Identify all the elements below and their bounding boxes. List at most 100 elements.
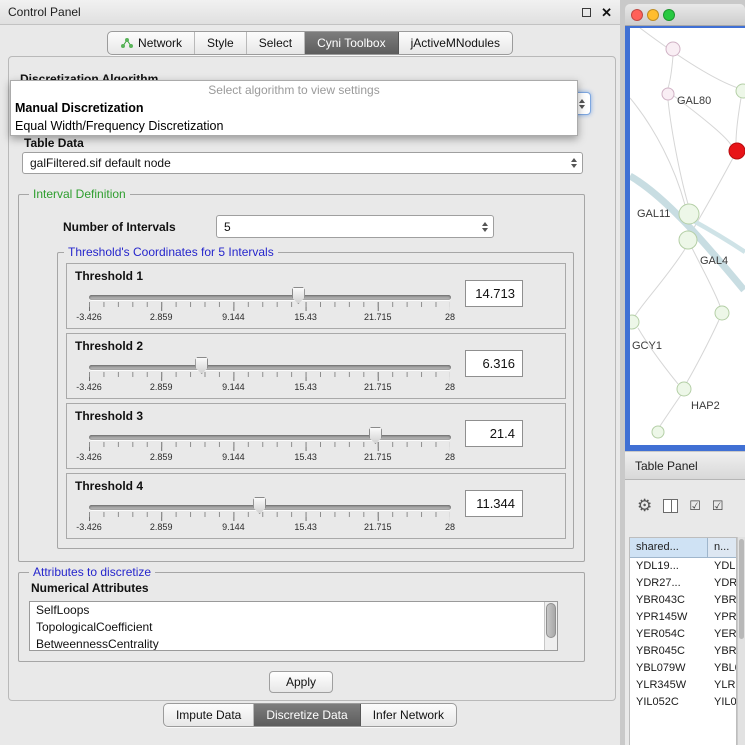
- tab-network[interactable]: Network: [108, 32, 195, 54]
- dropdown-option-manual-discretization[interactable]: Manual Discretization: [11, 99, 577, 117]
- scrollbar-thumb[interactable]: [739, 539, 744, 639]
- threshold-3-slider[interactable]: -3.426 2.859 9.144 15.43 21.715 28: [89, 427, 451, 467]
- dropdown-placeholder-item[interactable]: Select algorithm to view settings: [11, 81, 577, 99]
- cell[interactable]: YBL079W: [630, 660, 708, 677]
- bottom-tab-bar: Impute Data Discretize Data Infer Networ…: [0, 703, 620, 727]
- tab-infer-network[interactable]: Infer Network: [361, 704, 456, 726]
- network-node[interactable]: [677, 382, 691, 396]
- threshold-2-value-field[interactable]: 6.316: [465, 350, 523, 377]
- threshold-1-slider[interactable]: -3.426 2.859 9.144 15.43 21.715 28: [89, 287, 451, 327]
- table-row[interactable]: YBL079WYBL0: [630, 660, 736, 677]
- slider-scale: -3.426 2.859 9.144 15.43 21.715 28: [89, 312, 450, 324]
- list-scrollbar[interactable]: [544, 602, 557, 650]
- cell[interactable]: YIL052C: [630, 694, 708, 711]
- cell[interactable]: YDL19...: [630, 558, 708, 575]
- slider-track[interactable]: [89, 505, 451, 510]
- scale-label: 28: [445, 522, 455, 532]
- network-node[interactable]: [630, 315, 639, 329]
- threshold-1-label: Threshold 1: [75, 269, 143, 283]
- slider-track[interactable]: [89, 365, 451, 370]
- gear-icon[interactable]: ⚙: [637, 496, 652, 516]
- network-node[interactable]: [715, 306, 729, 320]
- slider-track[interactable]: [89, 295, 451, 300]
- network-node[interactable]: [679, 204, 699, 224]
- threshold-3-value-field[interactable]: 21.4: [465, 420, 523, 447]
- float-window-icon[interactable]: [582, 8, 591, 17]
- table-row[interactable]: YER054CYER0: [630, 626, 736, 643]
- cell[interactable]: YBR045C: [630, 643, 708, 660]
- network-node[interactable]: [666, 42, 680, 56]
- threshold-4-value-field[interactable]: 11.344: [465, 490, 523, 517]
- cell[interactable]: YDL1: [708, 558, 736, 575]
- network-node[interactable]: [679, 231, 697, 249]
- network-node[interactable]: [736, 84, 745, 98]
- tab-select[interactable]: Select: [247, 32, 305, 54]
- column-header-name[interactable]: n...: [708, 538, 736, 558]
- cell[interactable]: YDR2: [708, 575, 736, 592]
- tab-impute-data-label: Impute Data: [176, 708, 241, 722]
- threshold-1-value-field[interactable]: 14.713: [465, 280, 523, 307]
- list-item[interactable]: TopologicalCoefficient: [30, 619, 557, 636]
- columns-icon[interactable]: [663, 499, 678, 513]
- network-window-frame: GAL80 GAL11 GAL4 GCY1 HAP2: [625, 26, 745, 451]
- cell[interactable]: YLR3: [708, 677, 736, 694]
- list-item[interactable]: BetweennessCentrality: [30, 636, 557, 651]
- bottom-tabstrip: Impute Data Discretize Data Infer Networ…: [163, 703, 457, 727]
- cell[interactable]: YBR0: [708, 592, 736, 609]
- select-check-icon[interactable]: ☑: [712, 498, 724, 514]
- slider-scale: -3.426 2.859 9.144 15.43 21.715 28: [89, 452, 450, 464]
- cell[interactable]: YER0: [708, 626, 736, 643]
- tab-style[interactable]: Style: [195, 32, 247, 54]
- threshold-4-label: Threshold 4: [75, 479, 143, 493]
- zoom-traffic-light-icon[interactable]: [663, 9, 675, 21]
- slider-track[interactable]: [89, 435, 451, 440]
- cell[interactable]: YIL0: [708, 694, 736, 711]
- threshold-3-label: Threshold 3: [75, 409, 143, 423]
- cell[interactable]: YPR145W: [630, 609, 708, 626]
- cell[interactable]: YBL0: [708, 660, 736, 677]
- apply-button[interactable]: Apply: [269, 671, 333, 693]
- selected-red-node[interactable]: [729, 143, 745, 159]
- close-traffic-light-icon[interactable]: [631, 9, 643, 21]
- close-icon[interactable]: ✕: [601, 0, 612, 25]
- cell[interactable]: YDR27...: [630, 575, 708, 592]
- cell[interactable]: YBR0: [708, 643, 736, 660]
- threshold-2-slider[interactable]: -3.426 2.859 9.144 15.43 21.715 28: [89, 357, 451, 397]
- column-header-shared-name[interactable]: shared...: [630, 538, 708, 558]
- cell[interactable]: YBR043C: [630, 592, 708, 609]
- tab-network-label: Network: [138, 36, 182, 50]
- tab-discretize-data[interactable]: Discretize Data: [254, 704, 360, 726]
- number-of-intervals-combobox[interactable]: 5: [216, 215, 494, 238]
- network-node[interactable]: [652, 426, 664, 438]
- minimize-traffic-light-icon[interactable]: [647, 9, 659, 21]
- dropdown-option-equal-width[interactable]: Equal Width/Frequency Discretization: [11, 117, 577, 135]
- table-data-combobox[interactable]: galFiltered.sif default node: [22, 152, 583, 174]
- table-scrollbar[interactable]: [737, 537, 745, 745]
- table-row[interactable]: YPR145WYPR1: [630, 609, 736, 626]
- cell[interactable]: YPR1: [708, 609, 736, 626]
- scrollbar-thumb[interactable]: [546, 603, 556, 638]
- cell[interactable]: YER054C: [630, 626, 708, 643]
- cell[interactable]: YLR345W: [630, 677, 708, 694]
- tab-impute-data[interactable]: Impute Data: [164, 704, 254, 726]
- table-row[interactable]: YLR345WYLR3: [630, 677, 736, 694]
- threshold-4-slider[interactable]: -3.426 2.859 9.144 15.43 21.715 28: [89, 497, 451, 537]
- table-data-label: Table Data: [24, 136, 84, 150]
- numerical-attributes-list[interactable]: SelfLoops TopologicalCoefficient Between…: [29, 601, 558, 651]
- node-attribute-table[interactable]: shared... n... YDL19...YDL1 YDR27...YDR2…: [629, 537, 737, 745]
- node-label-gal4: GAL4: [700, 255, 728, 267]
- table-row[interactable]: YIL052CYIL0: [630, 694, 736, 711]
- slider-ticks: [89, 442, 450, 451]
- tab-cyni-toolbox[interactable]: Cyni Toolbox: [305, 32, 398, 54]
- table-row[interactable]: YDR27...YDR2: [630, 575, 736, 592]
- table-row[interactable]: YDL19...YDL1: [630, 558, 736, 575]
- table-row[interactable]: YBR043CYBR0: [630, 592, 736, 609]
- tab-jactivemnodules[interactable]: jActiveMNodules: [399, 32, 512, 54]
- network-node[interactable]: [662, 88, 674, 100]
- select-check-icon[interactable]: ☑: [689, 498, 701, 514]
- table-row[interactable]: YBR045CYBR0: [630, 643, 736, 660]
- list-item[interactable]: SelfLoops: [30, 602, 557, 619]
- network-canvas[interactable]: GAL80 GAL11 GAL4 GCY1 HAP2: [630, 28, 745, 445]
- number-of-intervals-label: Number of Intervals: [63, 220, 176, 234]
- scale-label: 28: [445, 312, 455, 322]
